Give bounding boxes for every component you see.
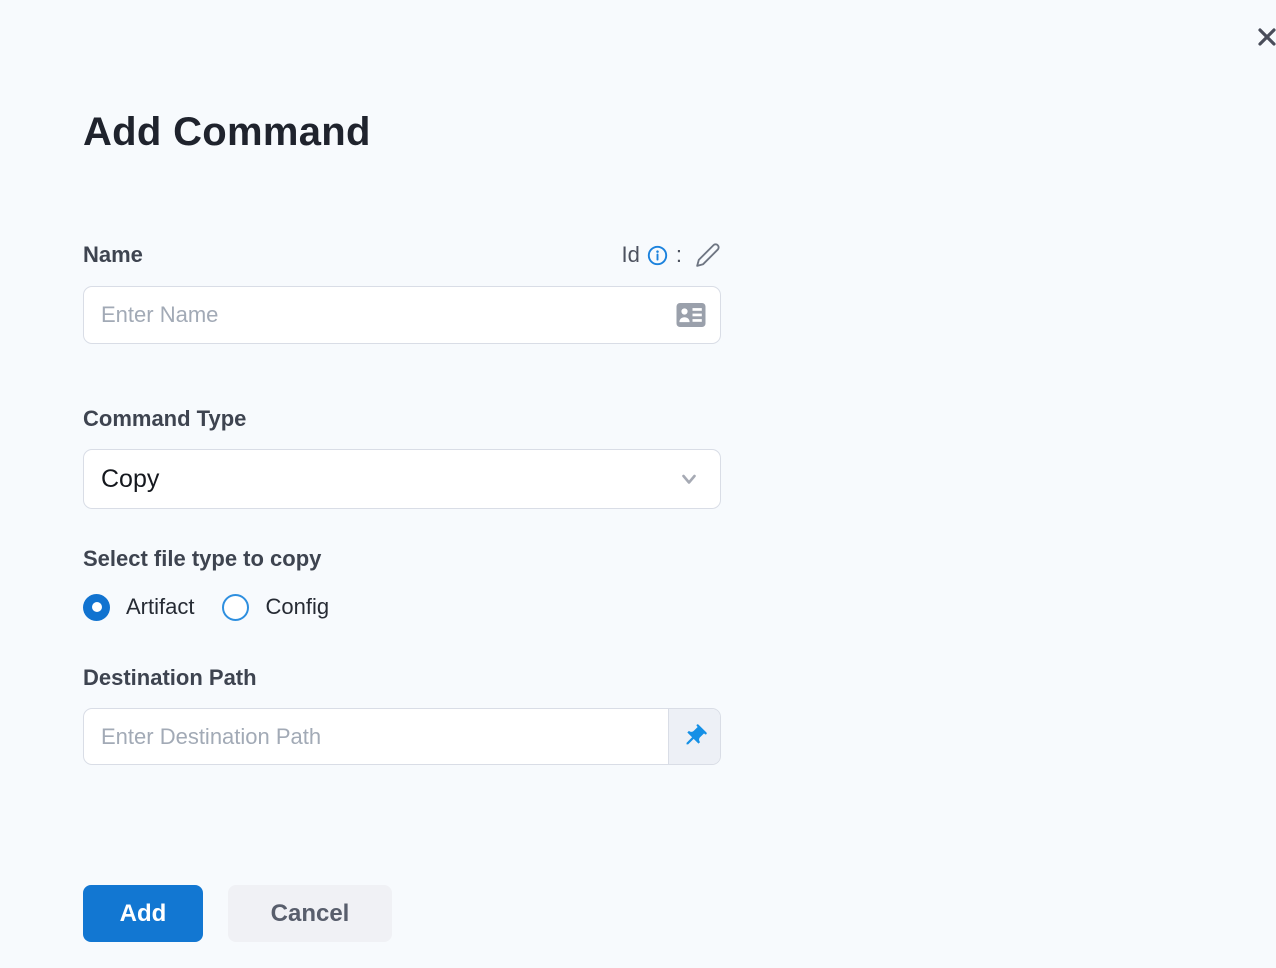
radio-config-unselected[interactable]: [222, 593, 250, 621]
destination-path-label: Destination Path: [83, 665, 257, 690]
command-type-value: Copy: [101, 464, 160, 493]
info-icon[interactable]: [647, 245, 668, 266]
radio-option-config[interactable]: Config: [222, 593, 330, 621]
radio-config-label: Config: [265, 594, 330, 619]
radio-artifact-selected[interactable]: [83, 593, 110, 621]
destination-input[interactable]: [84, 709, 668, 764]
id-group: Id :: [622, 242, 721, 268]
chevron-down-icon: [678, 468, 700, 490]
id-label: Id: [621, 242, 640, 267]
command-type-select[interactable]: Copy: [83, 449, 721, 509]
cancel-button[interactable]: Cancel: [228, 885, 392, 942]
file-type-label: Select file type to copy: [83, 546, 322, 571]
file-type-radio-group: Artifact Config: [83, 593, 721, 621]
name-input-wrap: [83, 286, 721, 344]
add-command-panel: Add Command Name Id : Enter Name Command…: [83, 0, 721, 942]
close-button[interactable]: [1251, 21, 1276, 53]
radio-option-artifact[interactable]: Artifact: [83, 593, 195, 621]
id-separator: :: [675, 242, 682, 267]
radio-artifact-label: Artifact: [126, 594, 195, 619]
page-title: Add Command: [83, 110, 371, 154]
destination-input-group: [83, 708, 721, 765]
name-label: Name: [83, 242, 143, 267]
pushpin-icon: [681, 723, 708, 750]
close-icon: [1252, 22, 1276, 52]
action-buttons: Add Cancel: [83, 885, 721, 942]
destination-pin-button[interactable]: [668, 709, 720, 764]
command-type-label: Command Type: [83, 406, 247, 431]
add-button[interactable]: Add: [83, 885, 203, 942]
name-field-header: Name Id :: [83, 240, 721, 270]
pencil-icon[interactable]: [695, 242, 721, 268]
name-input[interactable]: [83, 286, 721, 344]
